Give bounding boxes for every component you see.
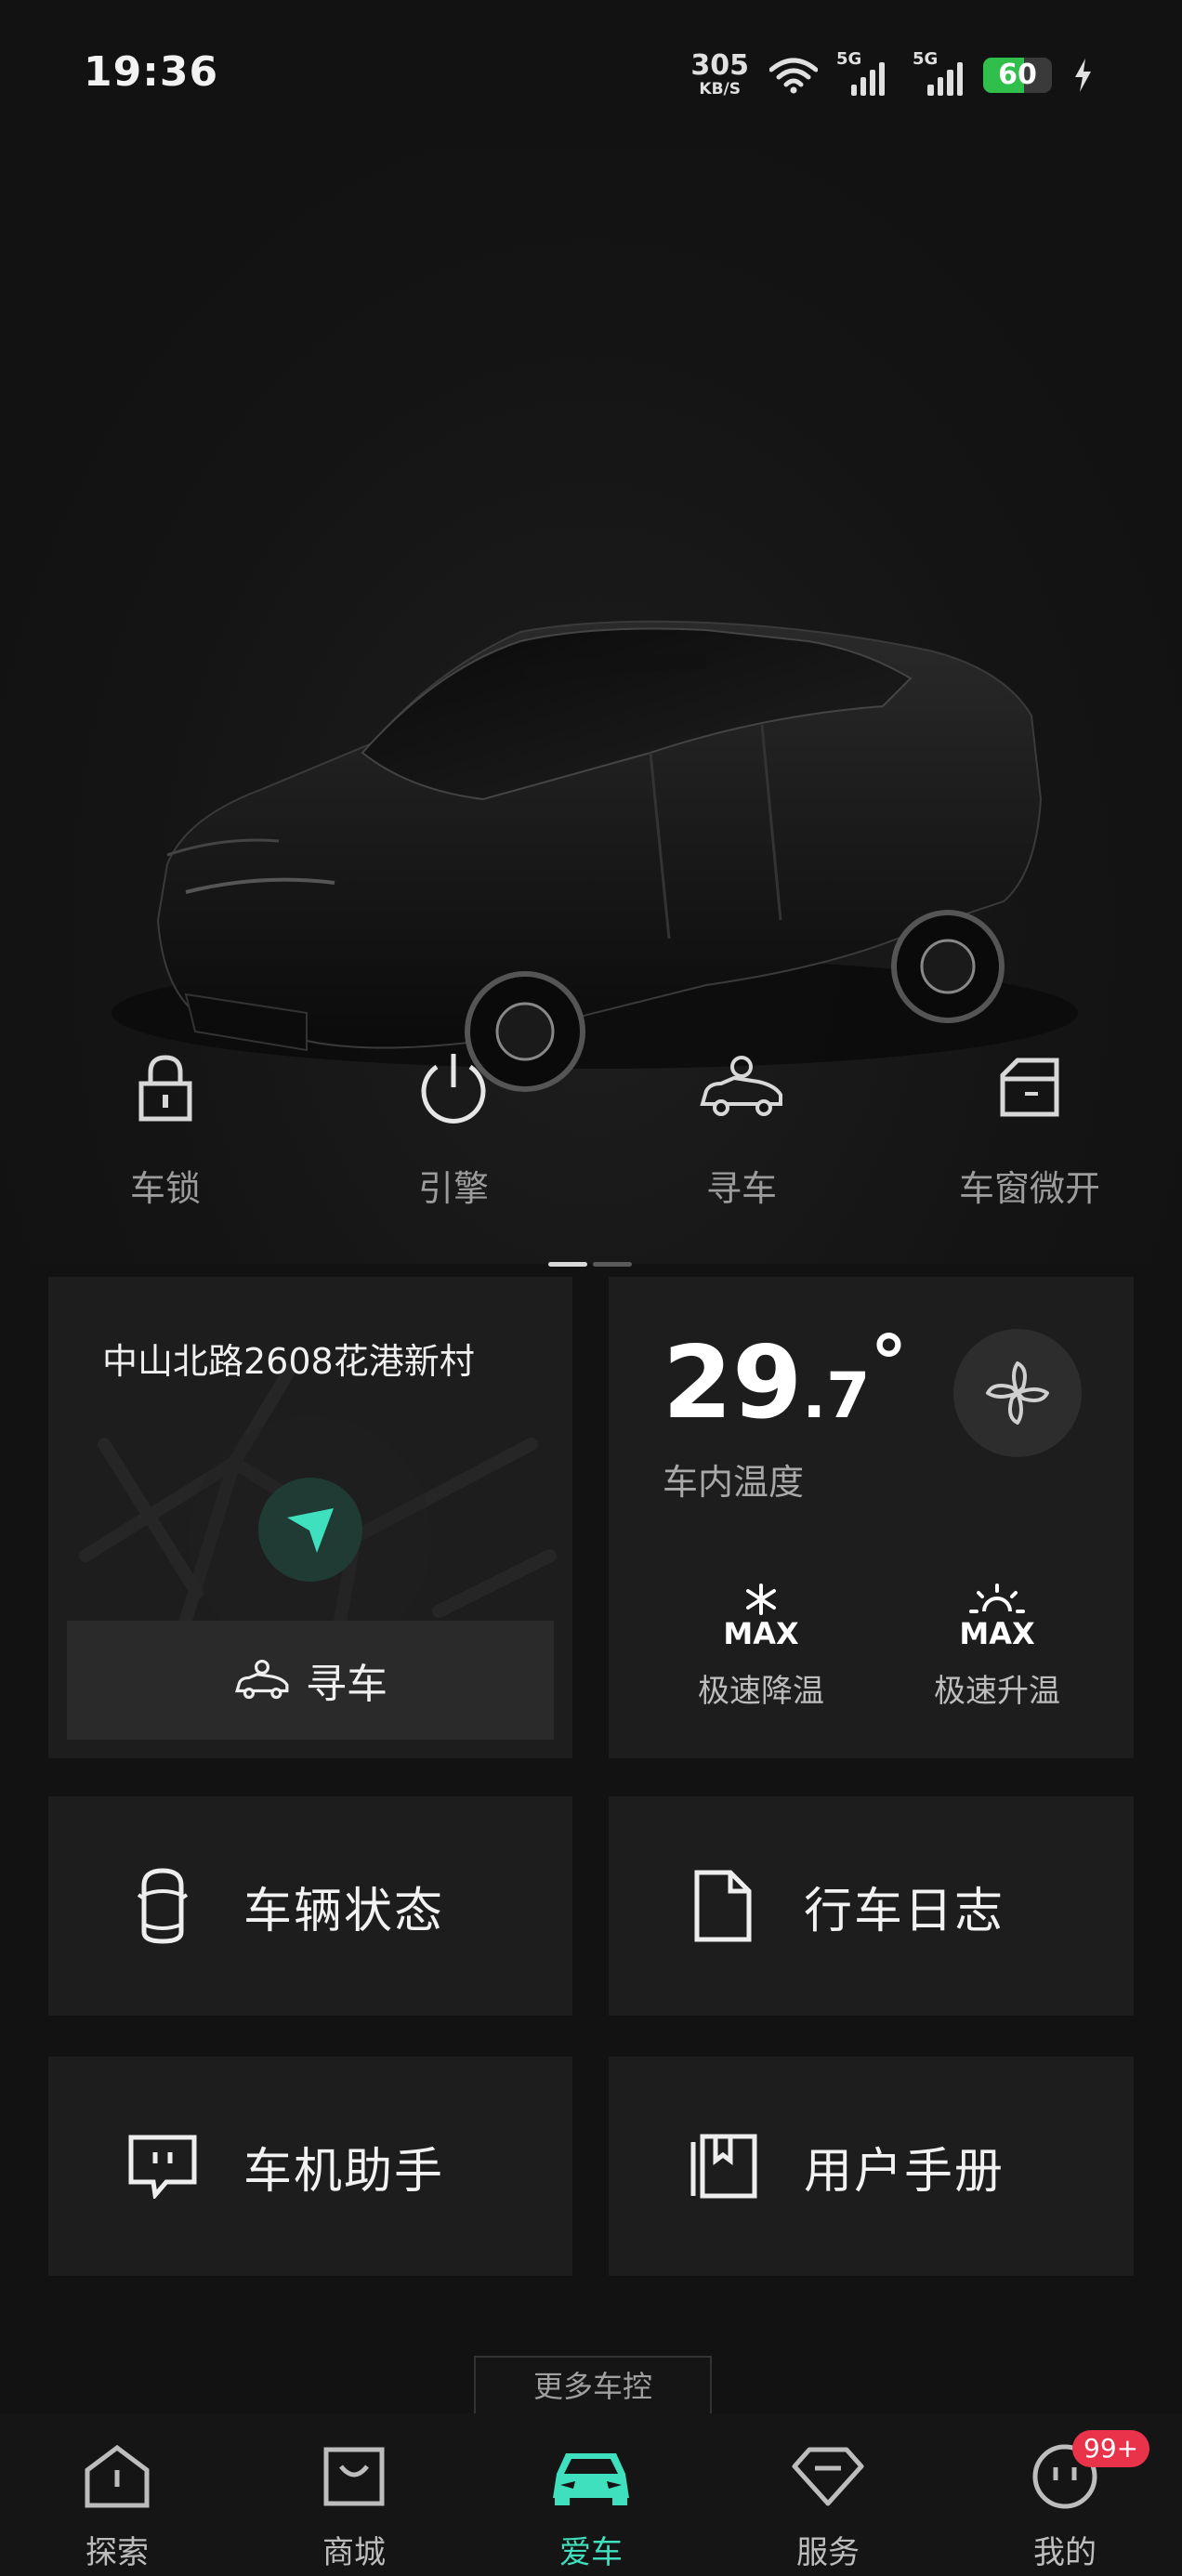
tab-profile[interactable]: 99+ 我的: [991, 2430, 1150, 2572]
vehicle-status-tile[interactable]: 车辆状态: [48, 1796, 572, 2016]
tab-shop[interactable]: 商城: [280, 2439, 428, 2572]
window-icon: [983, 1041, 1076, 1134]
more-controls-button[interactable]: 更多车控: [474, 2356, 712, 2413]
lock-action[interactable]: 车锁: [45, 1041, 286, 1211]
notification-badge: 99+: [1072, 2430, 1150, 2467]
sun-icon: [969, 1584, 1025, 1613]
navigation-arrow-icon: [287, 1508, 334, 1553]
document-icon: [681, 1864, 765, 1948]
tab-explore[interactable]: 探索: [43, 2439, 191, 2572]
bottom-tab-bar: 探索 商城 爱车 服务 99+ 我的: [0, 2413, 1182, 2576]
car-top-icon: [121, 1864, 204, 1948]
service-icon: [786, 2439, 870, 2514]
charging-icon: [1075, 58, 1091, 92]
chat-assistant-icon: [121, 2124, 204, 2208]
battery-indicator: 60: [983, 57, 1052, 93]
user-manual-tile[interactable]: 用户手册: [609, 2057, 1134, 2276]
fan-button[interactable]: [953, 1329, 1082, 1457]
explore-icon: [75, 2439, 159, 2514]
page-indicator: [548, 1262, 632, 1267]
tab-service[interactable]: 服务: [754, 2439, 902, 2572]
wifi-icon: [769, 58, 818, 93]
window-action[interactable]: 车窗微开: [909, 1041, 1150, 1211]
status-bar: 19:36 305 KB/S 5G 5G 60: [0, 0, 1182, 149]
engine-action[interactable]: 引擎: [333, 1041, 574, 1211]
network-speed: 305 KB/S: [690, 49, 749, 99]
location-address: 中山北路2608花港新村: [102, 1341, 475, 1382]
temperature-card: 29.7° 车内温度 MAX 极速降温 MAX 极速升温: [609, 1277, 1134, 1758]
lock-icon: [119, 1041, 212, 1134]
book-icon: [681, 2124, 765, 2208]
car-front-icon: [549, 2439, 633, 2514]
quick-actions: 车锁 引擎 寻车 车窗微开: [0, 1041, 1182, 1227]
temperature-label: 车内温度: [663, 1462, 805, 1503]
rapid-cool-button[interactable]: MAX 极速降温: [668, 1584, 854, 1711]
shop-icon: [312, 2439, 396, 2514]
cabin-temperature: 29.7°: [663, 1320, 908, 1441]
status-indicators: 305 KB/S 5G 5G 60: [690, 49, 1093, 99]
power-icon: [407, 1041, 500, 1134]
location-card[interactable]: 中山北路2608花港新村 寻车: [48, 1277, 572, 1758]
find-car-icon: [235, 1659, 289, 1700]
car-assistant-tile[interactable]: 车机助手: [48, 2057, 572, 2276]
fan-icon: [986, 1361, 1049, 1425]
rapid-heat-button[interactable]: MAX 极速升温: [904, 1584, 1090, 1711]
cell-signal-1-icon: 5G: [836, 49, 885, 96]
cell-signal-2-icon: 5G: [905, 49, 963, 96]
driving-log-tile[interactable]: 行车日志: [609, 1796, 1134, 2016]
find-car-button[interactable]: 寻车: [67, 1621, 554, 1740]
find-car-icon: [695, 1041, 788, 1134]
location-pin: [258, 1478, 362, 1582]
tab-my-car[interactable]: 爱车: [517, 2439, 665, 2572]
snowflake-icon: [746, 1584, 776, 1615]
status-time: 19:36: [84, 48, 219, 96]
find-car-action[interactable]: 寻车: [621, 1041, 862, 1211]
